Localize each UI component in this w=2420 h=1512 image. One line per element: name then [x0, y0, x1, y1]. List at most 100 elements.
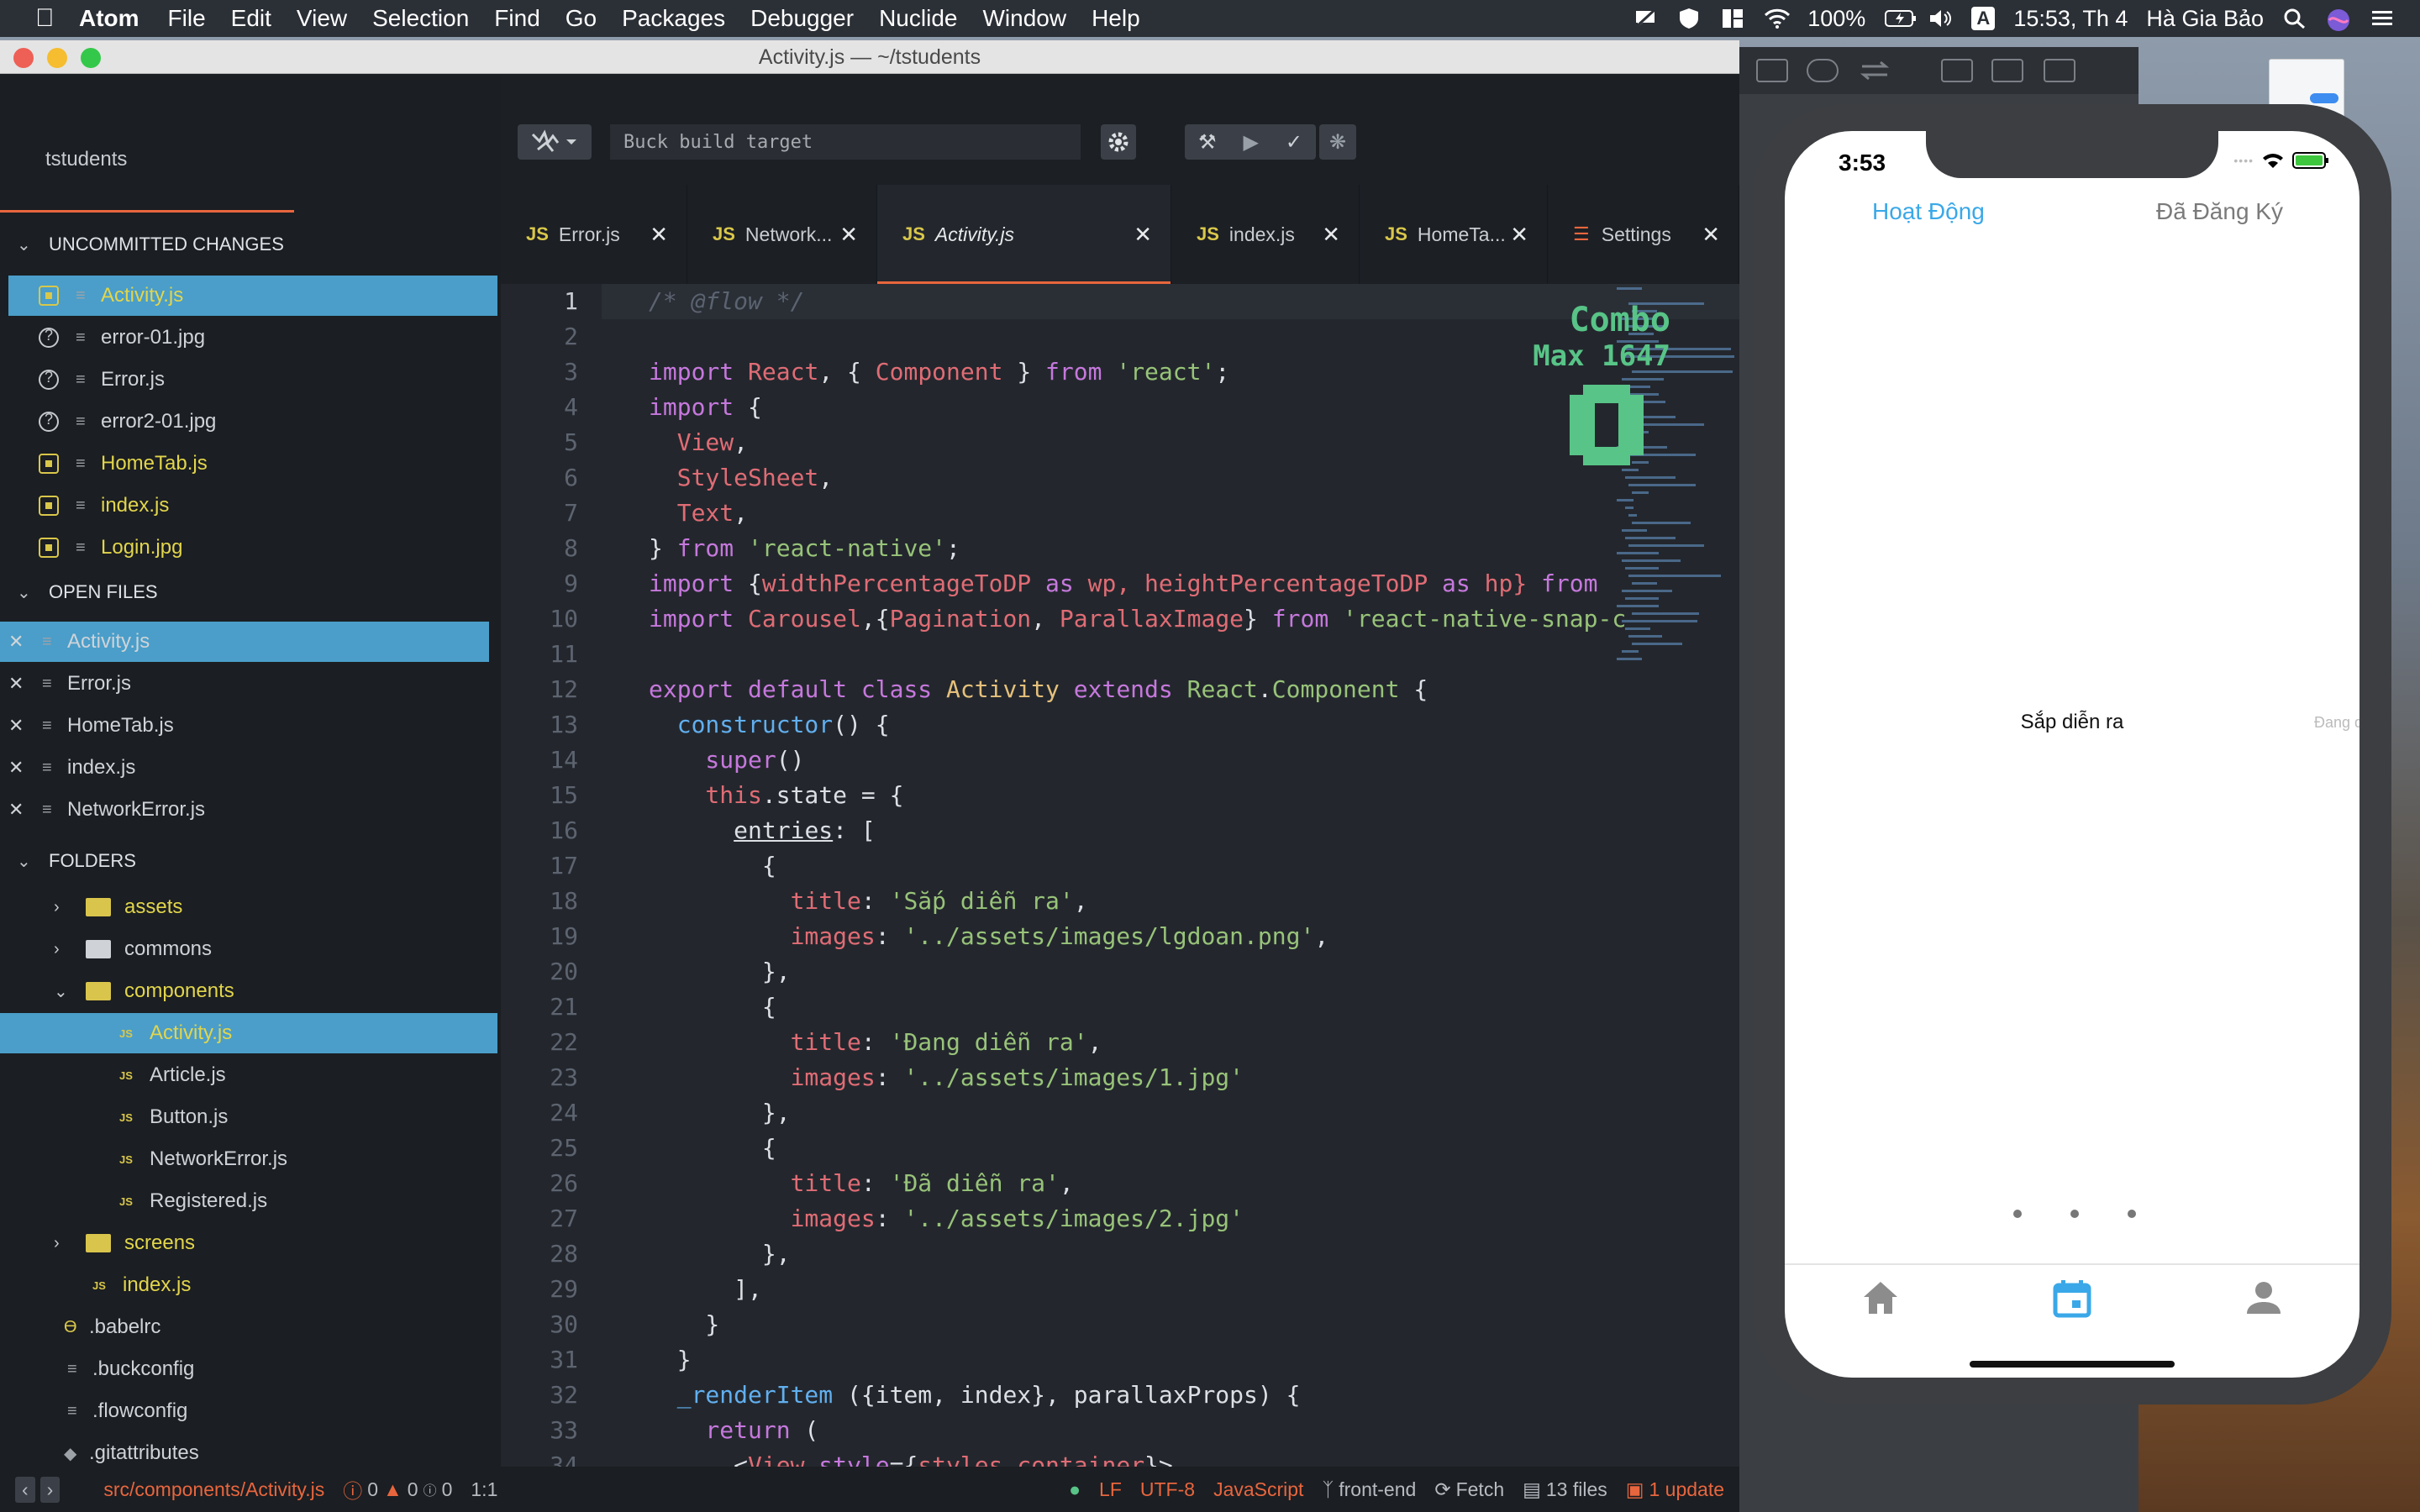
open-file-networkerror[interactable]: ✕ ≡ NetworkError.js — [0, 790, 205, 830]
file-article[interactable]: JS Article.js — [0, 1055, 226, 1095]
overlap-icon[interactable] — [1807, 59, 1839, 82]
layout-grid-icon[interactable] — [1720, 8, 1745, 29]
run-icon[interactable]: ▶ — [1243, 130, 1258, 155]
status-file-path[interactable]: src/components/Activity.js — [103, 1478, 324, 1501]
status-diagnostics[interactable]: ⓘ 0 ▲ 0 ⓘ 0 — [343, 1475, 452, 1504]
carousel-slide-title[interactable]: Sắp diễn ra — [1785, 711, 2360, 734]
uncommitted-item-activity[interactable]: ≡ Activity.js — [8, 276, 497, 316]
close-icon[interactable]: ✕ — [8, 757, 24, 779]
status-fetch[interactable]: ⟳ Fetch — [1434, 1478, 1504, 1501]
layers-icon[interactable] — [1756, 59, 1788, 82]
home-icon[interactable] — [1857, 1275, 1904, 1322]
menu-debugger[interactable]: Debugger — [750, 5, 854, 32]
folder-assets[interactable]: › assets — [0, 887, 182, 927]
close-icon[interactable]: ✕ — [839, 222, 858, 248]
menu-user[interactable]: Hà Gia Bảo — [2146, 6, 2264, 32]
window-titlebar[interactable]: Activity.js — ~/tstudents — [0, 40, 1739, 74]
wifi-icon[interactable] — [1764, 8, 1791, 29]
notification-center-icon[interactable] — [2370, 8, 2395, 29]
uncommitted-item-error2[interactable]: ≡ error2-01.jpg — [0, 402, 216, 442]
home-indicator[interactable] — [1970, 1361, 2175, 1368]
menu-go[interactable]: Go — [566, 5, 597, 32]
close-icon[interactable]: ✕ — [8, 715, 24, 737]
file-gitattributes[interactable]: ◆ .gitattributes — [0, 1433, 199, 1467]
file-registered[interactable]: JS Registered.js — [0, 1181, 267, 1221]
status-file-count[interactable]: ▤ 13 files — [1523, 1478, 1607, 1501]
folder-screens[interactable]: › screens — [0, 1223, 195, 1263]
menu-selection[interactable]: Selection — [372, 5, 469, 32]
battery-charging-icon[interactable] — [1884, 8, 1917, 29]
file-buckconfig[interactable]: ≡ .buckconfig — [0, 1349, 194, 1389]
tab-networkerror[interactable]: JS Network... ✕ — [687, 185, 877, 284]
uncommitted-item-hometab[interactable]: ≡ HomeTab.js — [0, 444, 208, 484]
shield-icon[interactable] — [1676, 8, 1702, 29]
open-file-error[interactable]: ✕ ≡ Error.js — [0, 664, 131, 704]
input-source-indicator[interactable]: A — [1971, 7, 1996, 30]
menu-file[interactable]: File — [168, 5, 206, 32]
profile-icon[interactable] — [2240, 1275, 2287, 1322]
open-file-index[interactable]: ✕ ≡ index.js — [0, 748, 135, 788]
tab-hometab[interactable]: JS HomeTa... ✕ — [1360, 185, 1548, 284]
volume-icon[interactable] — [1928, 8, 1953, 29]
status-nav-buttons[interactable]: ‹ › — [15, 1476, 60, 1503]
menu-edit[interactable]: Edit — [231, 5, 271, 32]
tab-error[interactable]: JS Error.js ✕ — [501, 185, 687, 284]
tab-settings[interactable]: ☰ Settings ✕ — [1548, 185, 1739, 284]
code-editor[interactable]: 1 2 3 4 5 6 7 8 9 10 11 12 13 14 15 16 17 18 19 20 21 22 23 24 2… — [501, 284, 1739, 1467]
file-components-activity[interactable]: JS Activity.js — [0, 1013, 497, 1053]
file-networkerror[interactable]: JS NetworkError.js — [0, 1139, 287, 1179]
swap-icon[interactable] — [1859, 59, 1891, 82]
close-icon[interactable]: ✕ — [1134, 222, 1152, 248]
folder-commons[interactable]: › commons — [0, 929, 212, 969]
project-name[interactable]: tstudents — [45, 148, 127, 171]
close-icon[interactable]: ✕ — [8, 673, 24, 695]
close-icon[interactable]: ✕ — [8, 799, 24, 821]
phone-tab-registered[interactable]: Đã Đăng Ký — [2156, 198, 2283, 225]
spotlight-search-icon[interactable] — [2282, 8, 2307, 29]
pagination-dot[interactable] — [2070, 1210, 2079, 1218]
open-file-activity[interactable]: ✕ ≡ Activity.js — [0, 622, 489, 662]
menu-nuclide[interactable]: Nuclide — [879, 5, 957, 32]
pagination-dot[interactable] — [2013, 1210, 2022, 1218]
file-babelrc[interactable]: ϴ .babelrc — [0, 1307, 160, 1347]
status-line-ending[interactable]: LF — [1099, 1478, 1122, 1501]
status-git-branch[interactable]: ᛉ front-end — [1322, 1478, 1416, 1501]
status-encoding[interactable]: UTF-8 — [1140, 1478, 1195, 1501]
menu-window[interactable]: Window — [982, 5, 1066, 32]
notification-muted-icon[interactable] — [1633, 8, 1658, 29]
chevron-left-icon[interactable]: ‹ — [15, 1476, 35, 1503]
test-icon[interactable]: ✓ — [1286, 130, 1302, 155]
uncommitted-item-login[interactable]: ≡ Login.jpg — [0, 528, 182, 568]
bottom-panel-icon[interactable] — [1991, 59, 2023, 82]
close-icon[interactable]: ✕ — [650, 222, 668, 248]
siri-icon[interactable] — [2326, 8, 2351, 31]
uncommitted-item-error-01[interactable]: ≡ error-01.jpg — [0, 318, 205, 358]
menu-help[interactable]: Help — [1092, 5, 1140, 32]
calendar-icon[interactable] — [2049, 1275, 2096, 1322]
status-grammar[interactable]: JavaScript — [1213, 1478, 1303, 1501]
status-update[interactable]: ▣ 1 update — [1626, 1478, 1724, 1501]
apple-menu-icon[interactable]:  — [35, 6, 60, 31]
tab-index[interactable]: JS index.js ✕ — [1171, 185, 1360, 284]
uncommitted-item-error-js[interactable]: ≡ Error.js — [0, 360, 165, 400]
folder-components[interactable]: ⌄ components — [0, 971, 234, 1011]
buck-target-input[interactable]: Buck build target — [610, 124, 1081, 160]
pagination-dot[interactable] — [2128, 1210, 2136, 1218]
menu-packages[interactable]: Packages — [622, 5, 725, 32]
buck-settings-button[interactable] — [1101, 124, 1136, 160]
menu-find[interactable]: Find — [494, 5, 539, 32]
section-open-files[interactable]: ⌄ OPEN FILES — [17, 581, 158, 603]
phone-tab-activity[interactable]: Hoạt Động — [1872, 198, 1985, 225]
file-flowconfig[interactable]: ≡ .flowconfig — [0, 1391, 187, 1431]
close-icon[interactable]: ✕ — [1702, 222, 1720, 248]
file-root-index[interactable]: JS index.js — [0, 1265, 191, 1305]
menu-clock[interactable]: 15:53, Th 4 — [2013, 6, 2128, 32]
status-cursor-position[interactable]: 1:1 — [471, 1478, 497, 1501]
buck-task-selector[interactable] — [518, 124, 592, 160]
section-folders[interactable]: ⌄ FOLDERS — [17, 850, 136, 872]
carousel-next-slide-title[interactable]: Đang d — [2314, 714, 2360, 732]
uncommitted-item-index[interactable]: ≡ index.js — [0, 486, 169, 526]
open-file-hometab[interactable]: ✕ ≡ HomeTab.js — [0, 706, 174, 746]
left-panel-icon[interactable] — [1941, 59, 1973, 82]
right-panel-icon[interactable] — [2044, 59, 2075, 82]
